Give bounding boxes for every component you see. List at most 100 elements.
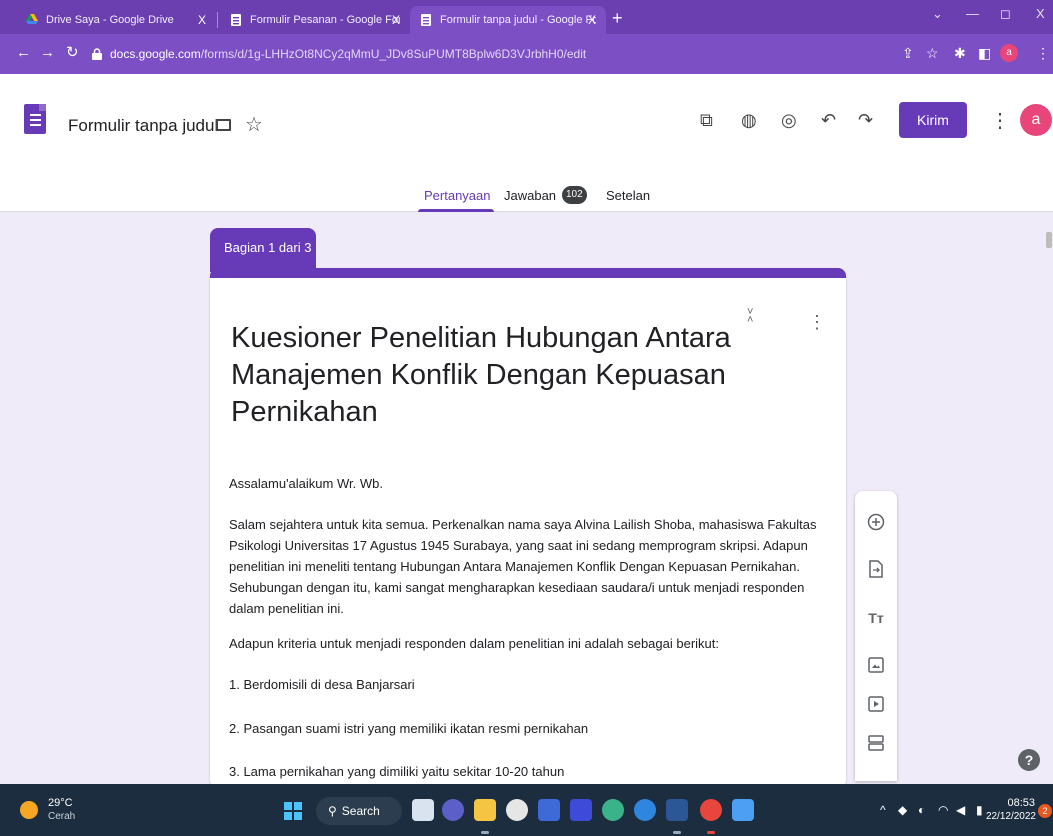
scrollbar[interactable] <box>1046 232 1052 248</box>
url-host: docs.google.com <box>110 47 201 61</box>
app-icon[interactable] <box>506 799 528 821</box>
browser-menu-icon[interactable]: ⋮ <box>1036 45 1050 61</box>
form-description-line: Assalamu'alaikum Wr. Wb. <box>229 476 383 491</box>
chat-icon[interactable] <box>442 799 464 821</box>
taskbar-search-label: Search <box>341 804 380 818</box>
tab-search-dropdown-icon[interactable]: ⌄ <box>932 6 943 22</box>
bookmark-star-icon[interactable]: ☆ <box>926 45 939 61</box>
question-toolbar: Tт <box>855 491 897 781</box>
app-icon[interactable] <box>538 799 560 821</box>
close-icon[interactable]: X <box>588 13 596 27</box>
tray-app-icon[interactable]: ◐ <box>918 803 925 817</box>
star-icon[interactable]: ☆ <box>245 112 263 137</box>
tab-responses[interactable]: Jawaban <box>504 188 556 203</box>
redo-icon[interactable]: ↷ <box>858 110 873 131</box>
reload-icon[interactable]: ↻ <box>66 44 79 62</box>
tab-settings[interactable]: Setelan <box>606 188 650 203</box>
browser-tab-title: Drive Saya - Google Drive <box>46 14 174 26</box>
close-icon[interactable]: X <box>198 13 206 27</box>
account-avatar[interactable]: a <box>1020 104 1052 136</box>
new-tab-button[interactable]: + <box>612 8 623 28</box>
app-running-indicator <box>481 831 489 834</box>
windows-start-icon[interactable] <box>284 802 302 820</box>
import-questions-icon[interactable] <box>866 559 886 579</box>
browser-tab-title: Formulir tanpa judul - Google Fo <box>440 14 596 26</box>
document-title[interactable]: Formulir tanpa judul <box>68 116 218 136</box>
edge-browser-icon[interactable] <box>634 799 656 821</box>
clock-date[interactable]: 22/12/2022 <box>968 811 1036 822</box>
form-description-paragraph: Salam sejahtera untuk kita semua. Perken… <box>229 517 817 616</box>
close-icon[interactable]: X <box>392 13 400 27</box>
weather-sun-icon[interactable] <box>20 801 38 819</box>
back-arrow-icon[interactable]: ← <box>16 44 31 62</box>
profile-avatar[interactable]: a <box>1000 44 1018 62</box>
browser-toolbar: ← → ↻ docs.google.com/forms/d/1g-LHHzOt8… <box>0 34 1053 74</box>
send-button[interactable]: Kirim <box>899 102 967 138</box>
browser-tab-formulir-tanpa-judul[interactable]: Formulir tanpa judul - Google Fo X <box>410 6 606 34</box>
file-explorer-icon[interactable] <box>474 799 496 821</box>
form-description-line: Adapun kriteria untuk menjadi responden … <box>229 636 719 651</box>
active-tab-indicator <box>418 209 494 212</box>
notification-badge[interactable]: 2 <box>1038 804 1052 818</box>
show-hidden-icons-icon[interactable]: ^ <box>880 803 886 817</box>
undo-icon[interactable]: ↶ <box>821 110 836 131</box>
help-icon[interactable]: ? <box>1018 749 1040 771</box>
section-more-icon[interactable]: ⋮ <box>808 312 826 333</box>
google-forms-icon <box>420 14 432 26</box>
lock-icon <box>92 48 102 60</box>
chrome-icon[interactable] <box>700 799 722 821</box>
form-title[interactable]: Kuesioner Penelitian Hubungan Antara Man… <box>231 320 751 431</box>
browser-tab-drive[interactable]: Drive Saya - Google Drive X <box>16 6 216 34</box>
weather-description[interactable]: Cerah <box>48 811 75 822</box>
side-panel-icon[interactable]: ◧ <box>978 45 991 61</box>
search-icon: ⚲ <box>328 804 337 818</box>
add-image-icon[interactable] <box>866 655 886 675</box>
responses-count-badge: 102 <box>562 186 587 204</box>
task-view-icon[interactable] <box>412 799 434 821</box>
google-forms-icon <box>230 14 242 26</box>
add-question-icon[interactable] <box>866 512 886 532</box>
weather-temperature[interactable]: 29°C <box>48 797 73 809</box>
address-bar[interactable]: docs.google.com/forms/d/1g-LHHzOt8NCy2qM… <box>92 41 912 67</box>
add-ons-icon[interactable]: ⧉ <box>700 110 713 131</box>
url-path: /forms/d/1g-LHHzOt8NCy2qMmU_JDv8SuPUMT8B… <box>200 47 587 61</box>
add-title-icon[interactable]: Tт <box>866 608 886 628</box>
app-icon[interactable] <box>602 799 624 821</box>
minimize-button[interactable]: — <box>966 6 979 21</box>
form-description-line: 1. Berdomisili di desa Banjarsari <box>229 677 415 692</box>
windows-taskbar: 29°C Cerah ⚲ Search ^ ◆ ◐ ◠ ◀ ▮ 08:53 22… <box>0 784 1053 836</box>
section-label: Bagian 1 dari 3 <box>210 228 316 272</box>
tab-questions[interactable]: Pertanyaan <box>424 188 491 203</box>
forms-header: Formulir tanpa judul ☆ ⧉ ◍ ◎ ↶ ↷ Kirim ⋮… <box>0 74 1053 212</box>
app-icon[interactable] <box>732 799 754 821</box>
clock-time[interactable]: 08:53 <box>1007 797 1035 809</box>
customize-theme-palette-icon[interactable]: ◍ <box>741 110 757 131</box>
wifi-icon[interactable]: ◠ <box>938 803 948 817</box>
browser-tab-strip: Drive Saya - Google Drive X Formulir Pes… <box>0 0 1053 34</box>
more-options-icon[interactable]: ⋮ <box>990 108 1010 133</box>
form-description-line: 3. Lama pernikahan yang dimiliki yaitu s… <box>229 764 565 779</box>
tab-divider <box>217 12 218 28</box>
close-window-button[interactable]: X <box>1036 6 1045 21</box>
forward-arrow-icon[interactable]: → <box>40 44 55 62</box>
collapse-section-icon[interactable]: ˅ ˄ <box>747 307 753 326</box>
app-running-indicator <box>673 831 681 834</box>
form-tabs: Pertanyaan Jawaban 102 Setelan <box>0 182 1053 212</box>
move-to-folder-icon[interactable] <box>216 119 231 131</box>
preview-eye-icon[interactable]: ◎ <box>781 110 797 131</box>
app-running-indicator <box>707 831 715 834</box>
extensions-puzzle-icon[interactable]: ✱ <box>954 45 966 61</box>
app-icon[interactable] <box>570 799 592 821</box>
browser-tab-formulir-pesanan[interactable]: Formulir Pesanan - Google Form X <box>220 6 410 34</box>
browser-tab-title: Formulir Pesanan - Google Form <box>250 14 400 26</box>
tray-app-icon[interactable]: ◆ <box>898 803 907 817</box>
restore-button[interactable]: ◻ <box>1000 6 1011 22</box>
add-section-icon[interactable] <box>866 733 886 753</box>
volume-icon[interactable]: ◀ <box>956 803 965 817</box>
share-icon[interactable]: ⇪ <box>902 45 914 61</box>
taskbar-search[interactable]: ⚲ Search <box>316 797 402 825</box>
google-forms-logo[interactable] <box>24 104 46 134</box>
add-video-icon[interactable] <box>866 694 886 714</box>
word-icon[interactable] <box>666 799 688 821</box>
form-header-card[interactable]: Kuesioner Penelitian Hubungan Antara Man… <box>210 268 846 788</box>
